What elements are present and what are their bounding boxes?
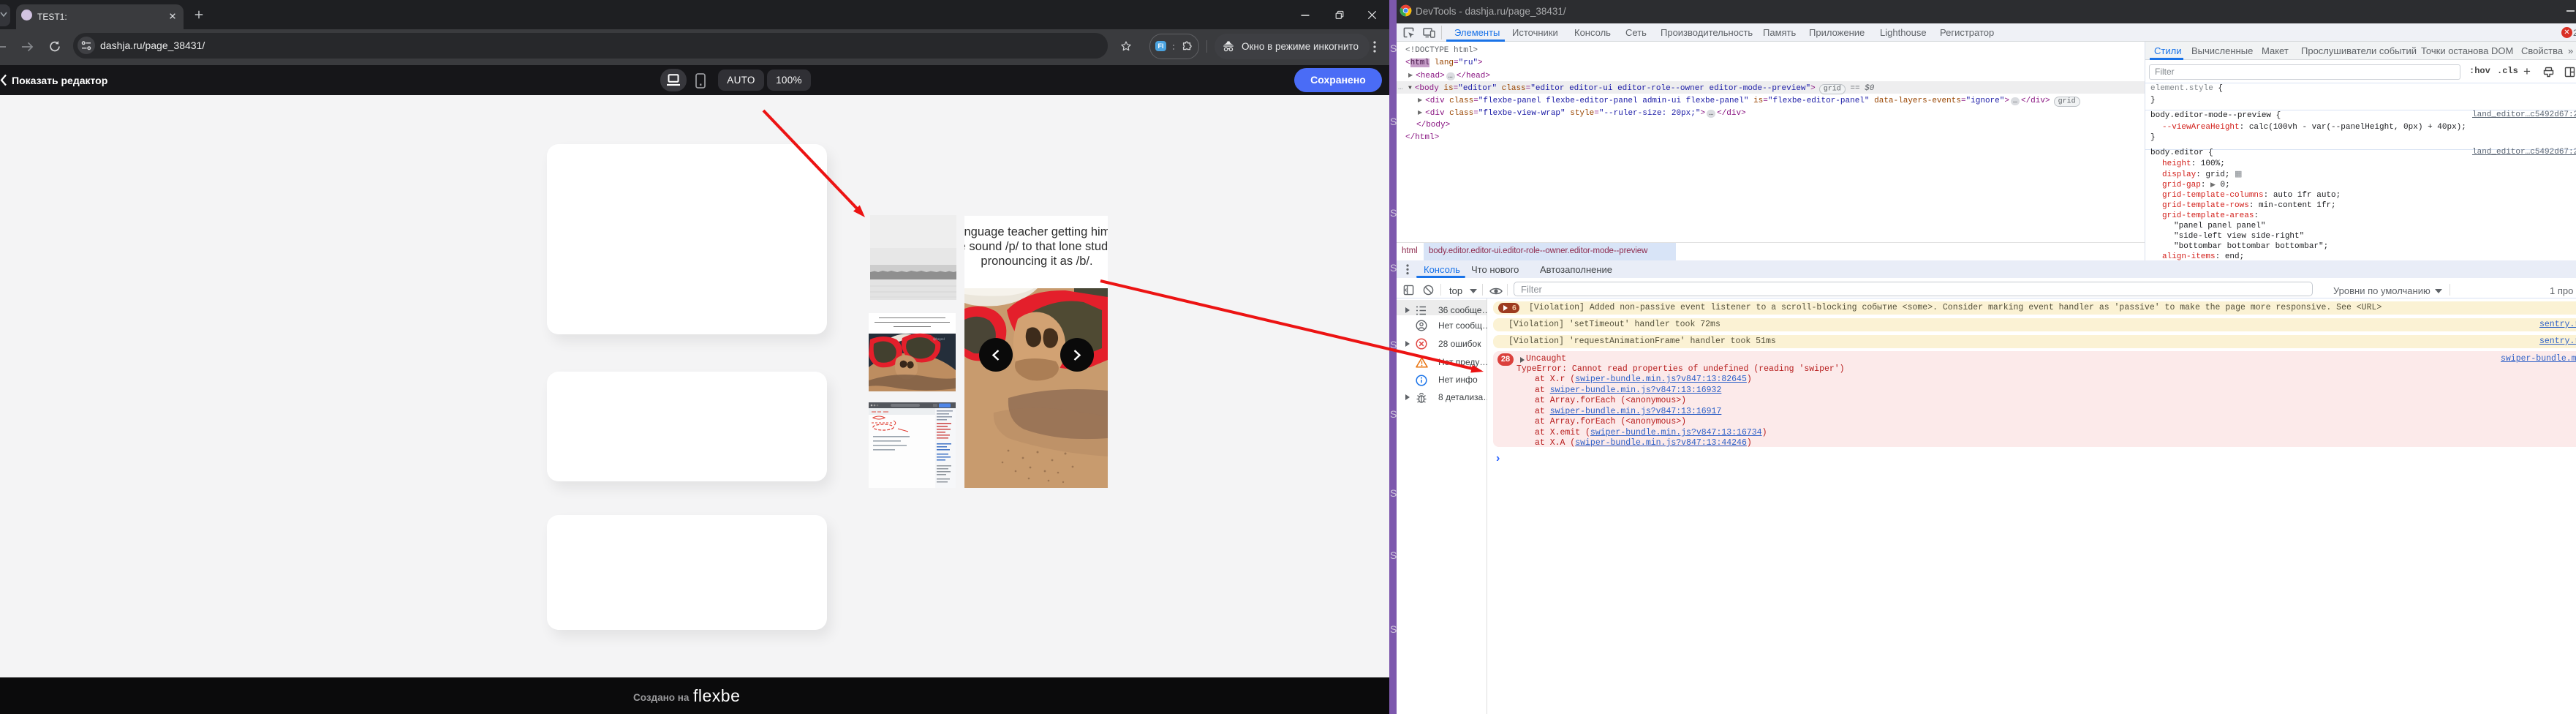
- svg-text:@heyrel: @heyrel: [933, 337, 945, 341]
